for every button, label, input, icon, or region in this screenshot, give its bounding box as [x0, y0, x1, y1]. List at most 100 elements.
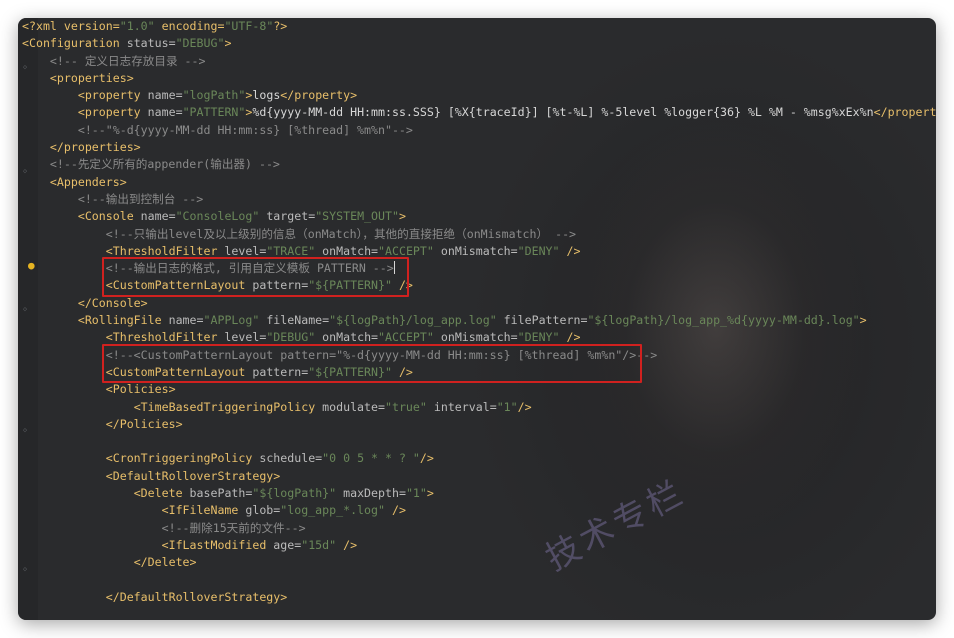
code-token: "${PATTERN}" — [308, 278, 392, 293]
code-token: "DENY" — [517, 330, 560, 345]
code-line[interactable]: <Appenders> — [22, 174, 936, 191]
code-token: name= — [140, 88, 183, 103]
code-token: </DefaultRolloverStrategy> — [105, 589, 288, 604]
code-line[interactable]: <Configuration status="DEBUG"> — [22, 35, 936, 52]
code-token: "ACCEPT" — [378, 330, 434, 345]
code-token: level= — [217, 243, 267, 258]
code-line[interactable]: </properties> — [22, 139, 936, 156]
code-token: /> — [559, 243, 581, 258]
code-token: > — [398, 209, 406, 224]
code-token: <IfLastModified — [161, 537, 267, 552]
code-token: </property> — [873, 105, 936, 120]
code-line[interactable]: <ThresholdFilter level="TRACE" onMatch="… — [22, 243, 936, 260]
code-token: /> — [391, 278, 413, 293]
code-token: %d{yyyy-MM-dd HH:mm:ss.SSS} [%X{traceId}… — [252, 105, 874, 120]
code-line[interactable]: <!--输出到控制台 --> — [22, 191, 936, 208]
code-token: <!--<CustomPatternLayout pattern="%-d{yy… — [105, 347, 658, 362]
code-token: <Console — [77, 209, 134, 224]
code-token: <properties> — [49, 70, 134, 85]
code-token: </Delete> — [133, 555, 197, 570]
code-token: name= — [161, 313, 204, 328]
code-line[interactable]: <property name="PATTERN">%d{yyyy-MM-dd H… — [22, 104, 936, 121]
code-line[interactable]: <?xml version="1.0" encoding="UTF-8"?> — [22, 18, 936, 35]
code-token: onMismatch= — [433, 330, 518, 345]
code-token: /> — [559, 330, 581, 345]
code-line[interactable]: </Console> — [22, 295, 936, 312]
code-token: <DefaultRolloverStrategy> — [105, 468, 281, 483]
code-line[interactable]: </Delete> — [22, 554, 936, 571]
code-line[interactable]: </DefaultRolloverStrategy> — [22, 589, 936, 606]
code-line[interactable]: <CustomPatternLayout pattern="${PATTERN}… — [22, 277, 936, 294]
code-token: "${logPath}/log_app_%d{yyyy-MM-dd}.log" — [587, 313, 860, 328]
code-editor-window: ◇ ◇ ◇ ◇ ◇ ● <?xml version="1.0" encoding… — [18, 18, 936, 620]
code-line[interactable]: </Policies> — [22, 416, 936, 433]
code-token: <CustomPatternLayout — [105, 278, 246, 293]
code-token: target= — [259, 209, 316, 224]
code-line[interactable]: <Console name="ConsoleLog" target="SYSTE… — [22, 208, 936, 225]
code-line[interactable]: <DefaultRolloverStrategy> — [22, 468, 936, 485]
code-line[interactable]: <CronTriggeringPolicy schedule="0 0 5 * … — [22, 450, 936, 467]
code-token: </property> — [280, 88, 358, 103]
code-token: "DENY" — [517, 243, 560, 258]
code-line[interactable]: <!--<CustomPatternLayout pattern="%-d{yy… — [22, 347, 936, 364]
code-token: <CronTriggeringPolicy — [105, 451, 253, 466]
code-token: <CustomPatternLayout — [105, 364, 246, 379]
code-token: status= — [119, 36, 176, 51]
code-line[interactable]: <CustomPatternLayout pattern="${PATTERN}… — [22, 364, 936, 381]
code-token: "DEBUG" — [175, 36, 225, 51]
code-line[interactable]: <TimeBasedTriggeringPolicy modulate="tru… — [22, 399, 936, 416]
code-line[interactable]: <IfLastModified age="15d" /> — [22, 537, 936, 554]
code-token: "1.0" — [119, 19, 155, 33]
code-line[interactable]: <!--删除15天前的文件--> — [22, 520, 936, 537]
code-token: <!--输出日志的格式, 引用自定义模板 PATTERN --> — [105, 261, 394, 276]
code-token: "1" — [496, 399, 518, 414]
code-line[interactable]: <RollingFile name="APPLog" fileName="${l… — [22, 312, 936, 329]
code-token: "${PATTERN}" — [308, 364, 392, 379]
code-token: "ACCEPT" — [378, 243, 434, 258]
code-token: <Delete — [133, 486, 183, 501]
code-token: <Configuration — [22, 36, 120, 51]
code-line[interactable]: <Policies> — [22, 381, 936, 398]
code-line[interactable]: <property name="logPath">logs</property> — [22, 87, 936, 104]
code-token: <Policies> — [105, 382, 176, 397]
code-line[interactable]: <!--先定义所有的appender(输出器) --> — [22, 156, 936, 173]
code-line[interactable] — [22, 433, 936, 450]
code-token: modulate= — [315, 399, 385, 414]
code-token: interval= — [426, 399, 497, 414]
code-token: </Policies> — [105, 416, 183, 431]
code-token: /> — [391, 364, 413, 379]
code-token: <property — [77, 105, 141, 120]
code-token: filePattern= — [496, 313, 588, 328]
code-area[interactable]: <?xml version="1.0" encoding="UTF-8"?> <C… — [22, 18, 936, 606]
code-line[interactable]: <Delete basePath="${logPath}" maxDepth="… — [22, 485, 936, 502]
code-token: schedule= — [252, 451, 323, 466]
code-token: glob= — [238, 503, 281, 518]
code-token: <property — [77, 88, 141, 103]
code-token: onMatch= — [315, 243, 379, 258]
code-line[interactable]: <!-- 定义日志存放目录 --> — [22, 53, 936, 70]
code-line[interactable]: <IfFileName glob="log_app_*.log" /> — [22, 502, 936, 519]
code-line[interactable]: <!--只输出level及以上级别的信息（onMatch），其他的直接拒绝（on… — [22, 226, 936, 243]
code-line[interactable]: <!--输出日志的格式, 引用自定义模板 PATTERN --> — [22, 260, 936, 277]
code-token: <!--只输出level及以上级别的信息（onMatch），其他的直接拒绝（on… — [105, 226, 577, 241]
code-token: "APPLog" — [203, 313, 260, 328]
code-token: <ThresholdFilter — [105, 330, 218, 345]
code-token: <!-- 定义日志存放目录 --> — [49, 53, 206, 68]
code-line[interactable] — [22, 572, 936, 589]
code-line[interactable]: <!--"%-d{yyyy-MM-dd HH:mm:ss} [%thread] … — [22, 122, 936, 139]
code-line[interactable]: <properties> — [22, 70, 936, 87]
code-line[interactable]: <ThresholdFilter level="DEBUG" onMatch="… — [22, 329, 936, 346]
code-token: "1" — [405, 486, 427, 501]
